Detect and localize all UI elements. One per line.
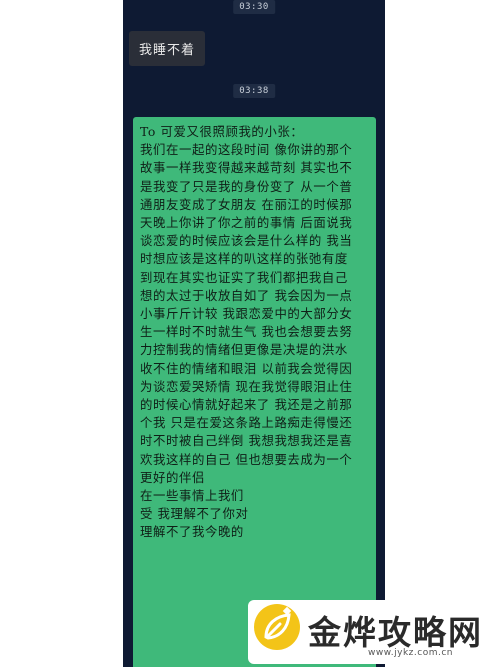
letter-line: 生一样时不时就生气 我也会想要去努 — [140, 324, 353, 340]
letter-line: 谈恋爱的时候应该会是什么样的 我当 — [140, 233, 353, 249]
letter-line: 时想应该是这样的叭这样的张弛有度 — [140, 251, 348, 267]
letter-line: 时不时被自己绊倒 我想我想我还是喜 — [140, 433, 353, 449]
incoming-message-bubble[interactable]: 我睡不着 — [129, 31, 206, 66]
leaf-logo-icon — [254, 604, 300, 650]
letter-line: 天晚上你讲了你之前的事情 后面说我 — [140, 215, 353, 231]
watermark-brand: 金烨攻略网 — [308, 613, 483, 652]
letter-line: 通朋友变成了女朋友 在丽江的时候那 — [140, 196, 353, 212]
watermark-banner: 金烨攻略网 www.jykz.com.cn — [248, 600, 493, 664]
letter-line: 的时候心情就好起来了 我还是之前那 — [140, 397, 353, 413]
letter-line: 力控制我的情绪但更像是决堤的洪水 — [140, 342, 348, 358]
timestamp: 03:30 — [233, 0, 275, 14]
letter-line: 欢我这样的自己 但也想要去成为一个 — [140, 451, 353, 467]
letter-line: 我们在一起的这段时间 像你讲的那个 — [140, 142, 353, 158]
letter-line: 到现在其实也证实了我们都把我自己 — [140, 269, 348, 285]
letter-line: 故事一样我变得越来越苛刻 其实也不 — [140, 160, 353, 176]
letter-line: 为谈恋爱哭矫情 现在我觉得眼泪止住 — [140, 378, 353, 394]
letter-line: 受 我理解不了你对 — [140, 506, 249, 522]
letter-line: 个我 只是在爱这条路上路痴走得慢还 — [140, 415, 353, 431]
letter-line: 在一些事情上我们 — [140, 488, 244, 504]
letter-line: To 可爱又很照顾我的小张： — [140, 124, 304, 139]
letter-line: 理解不了我今晚的 — [140, 524, 244, 540]
outgoing-letter-bubble[interactable]: To 可爱又很照顾我的小张： 我们在一起的这段时间 像你讲的那个 故事一样我变得… — [133, 117, 376, 667]
watermark-url: www.jykz.com.cn — [368, 648, 453, 658]
letter-line: 小事斤斤计较 我跟恋爱中的大部分女 — [140, 306, 353, 322]
letter-line: 收不住的情绪和眼泪 以前我会觉得因 — [140, 360, 353, 376]
letter-line: 想的太过于收放自如了 我会因为一点 — [140, 287, 353, 303]
letter-line: 是我变了只是我的身份变了 从一个普 — [140, 178, 353, 194]
letter-line: 更好的伴侣 — [140, 469, 205, 485]
chat-screen: 03:30 我睡不着 03:38 To 可爱又很照顾我的小张： 我们在一起的这段… — [123, 0, 385, 667]
timestamp: 03:38 — [233, 84, 275, 98]
